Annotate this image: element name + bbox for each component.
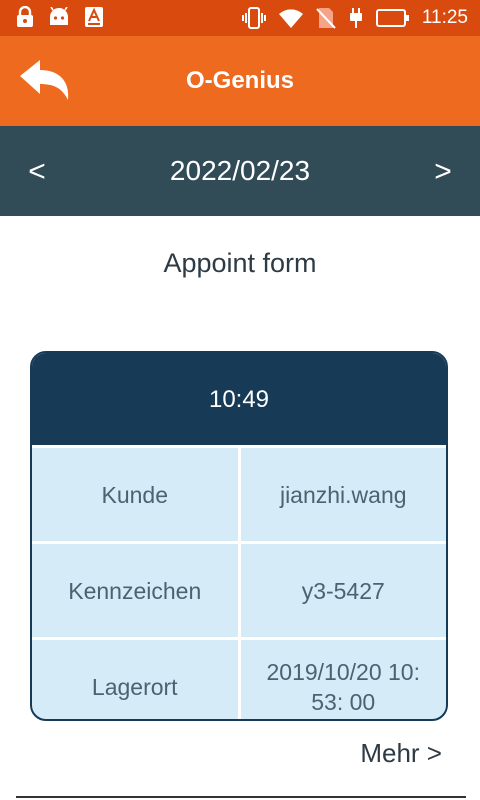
row-value: 2019/10/20 10: 53: 00: [266, 658, 420, 715]
status-time: 11:25: [421, 7, 468, 28]
charging-icon: [348, 7, 364, 29]
status-right-icons: 11:25: [241, 6, 468, 30]
row-value: y3-5427: [301, 577, 385, 604]
row-label: Kunde: [32, 448, 241, 541]
bottom-divider: [16, 796, 466, 798]
next-date-button[interactable]: >: [418, 126, 468, 216]
more-link[interactable]: Mehr >: [360, 738, 442, 769]
status-left-icons: [16, 6, 104, 28]
android-icon: [48, 7, 70, 27]
status-bar: 11:25: [0, 0, 480, 36]
font-icon: [84, 6, 104, 28]
wifi-icon: [278, 7, 304, 29]
back-button[interactable]: [18, 58, 74, 104]
appointment-time: 10:49: [32, 353, 446, 445]
card-row-kennzeichen: Kennzeichen y3-5427: [32, 541, 446, 637]
card-row-lagerort: Lagerort 2019/10/20 10: 53: 00: [32, 637, 446, 719]
date-navigation: < 2022/02/23 >: [0, 126, 480, 216]
row-value: jianzhi.wang: [279, 481, 407, 508]
appointment-card[interactable]: 10:49 Kunde jianzhi.wang Kennzeichen y3-…: [30, 351, 448, 721]
lock-icon: [16, 6, 34, 28]
row-label: Kennzeichen: [32, 544, 241, 637]
card-row-kunde: Kunde jianzhi.wang: [32, 445, 446, 541]
row-label: Lagerort: [32, 640, 241, 719]
no-sim-icon: [316, 7, 336, 29]
vibrate-icon: [241, 7, 266, 29]
app-bar: O-Genius: [0, 36, 480, 126]
previous-date-button[interactable]: <: [12, 126, 62, 216]
back-arrow-icon: [20, 60, 69, 100]
form-title: Appoint form: [163, 248, 317, 278]
battery-icon: [375, 8, 410, 28]
current-date: 2022/02/23: [169, 155, 311, 186]
